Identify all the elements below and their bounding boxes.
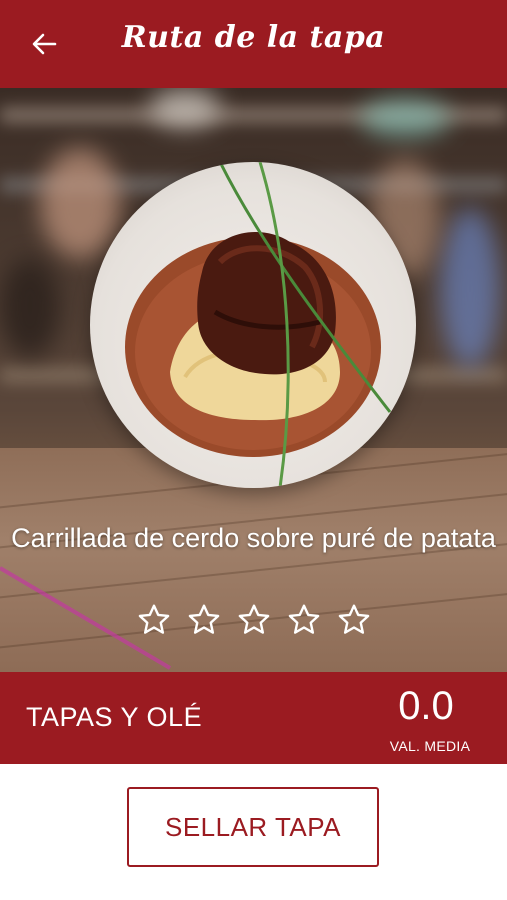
star-rating[interactable] xyxy=(0,602,507,638)
background-blur xyxy=(0,258,60,358)
app-header: Ruta de la tapa xyxy=(0,0,507,88)
dish-photo xyxy=(90,162,416,488)
background-blur xyxy=(40,148,120,258)
star-outline-icon[interactable] xyxy=(136,602,172,638)
stamp-tapa-button[interactable]: SELLAR TAPA xyxy=(127,787,379,867)
star-outline-icon[interactable] xyxy=(236,602,272,638)
average-rating-label: VAL. MEDIA xyxy=(389,738,471,754)
background-blur xyxy=(150,88,220,128)
dish-illustration xyxy=(125,162,392,488)
page-title: Ruta de la tapa xyxy=(121,20,386,55)
star-outline-icon[interactable] xyxy=(186,602,222,638)
dish-hero: Carrillada de cerdo sobre puré de patata xyxy=(0,88,507,672)
star-outline-icon[interactable] xyxy=(336,602,372,638)
average-rating-value: 0.0 xyxy=(398,684,454,728)
background-blur xyxy=(360,98,450,138)
dish-name: Carrillada de cerdo sobre puré de patata xyxy=(11,523,496,553)
establishment-name: TAPAS Y OLÉ xyxy=(26,702,203,732)
background-blur xyxy=(440,208,500,368)
star-outline-icon[interactable] xyxy=(286,602,322,638)
info-bar: TAPAS Y OLÉ 0.0 VAL. MEDIA xyxy=(0,672,507,764)
